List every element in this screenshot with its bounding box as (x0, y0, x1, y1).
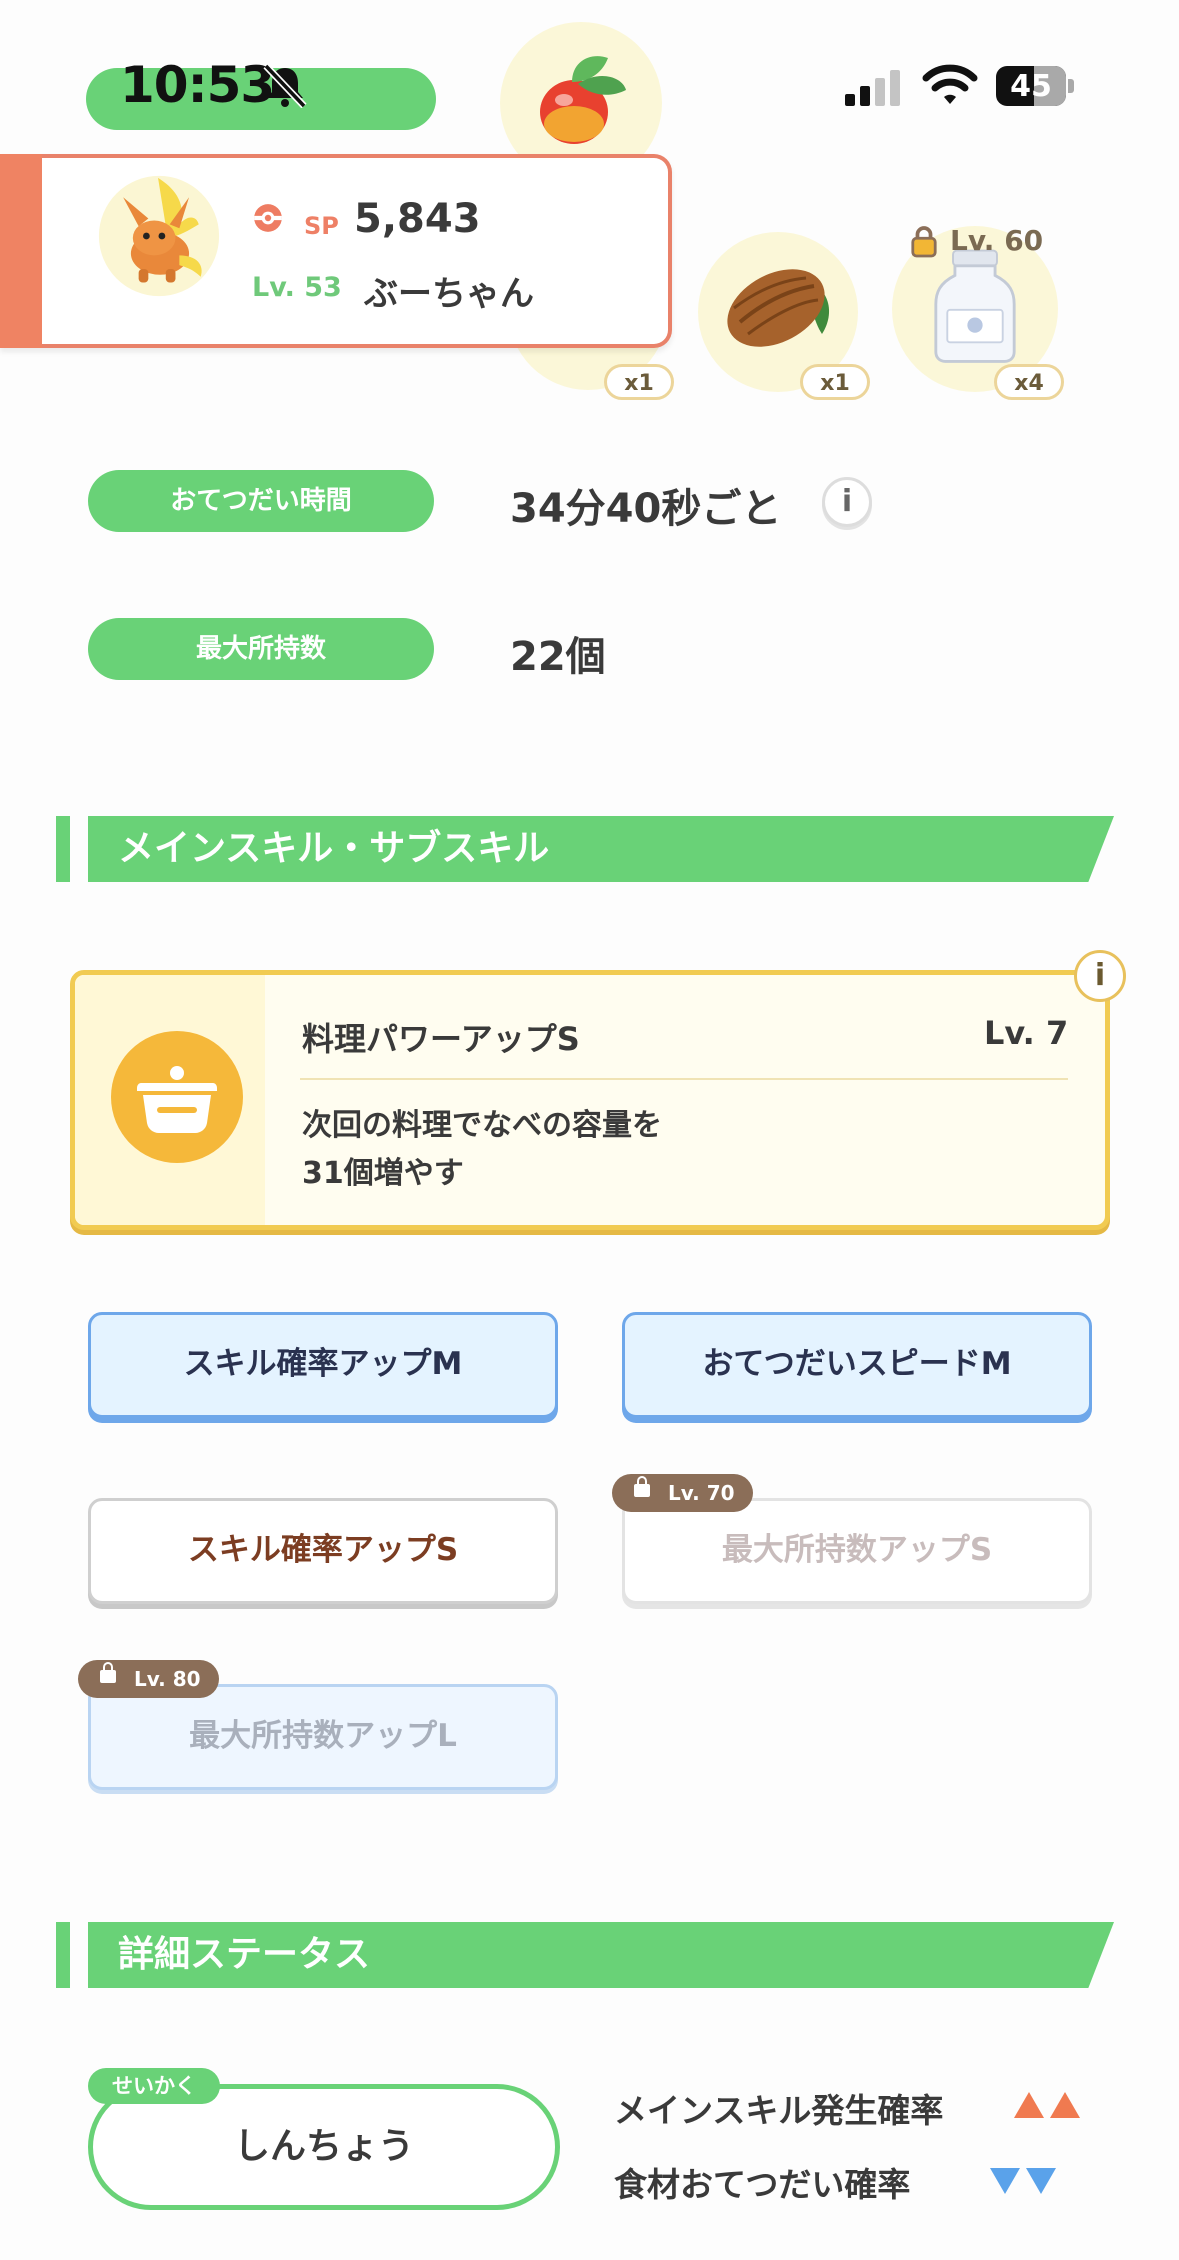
main-skill-description: 次回の料理でなべの容量を 31個増やす (302, 1108, 662, 1191)
silent-bell-icon (263, 64, 307, 108)
sub-skill-4-lock-level: Lv. 70 (668, 1481, 735, 1505)
skills-section-header: メインスキル・サブスキル (88, 816, 1114, 882)
main-skill-level: Lv. 7 (984, 1014, 1069, 1052)
lock-icon (634, 1476, 650, 1497)
apple-ingredient-icon (540, 56, 626, 144)
cooking-pot-icon (111, 1031, 243, 1163)
details-section-header: 詳細ステータス (88, 1922, 1114, 1988)
wifi-icon (922, 64, 978, 104)
help-time-info-icon[interactable]: i (822, 477, 872, 527)
status-time: 10:53 (120, 56, 275, 114)
section-bar (56, 816, 70, 882)
nature-effect-up-label: メインスキル発生確率 (614, 2091, 944, 2130)
card-accent-stripe (0, 154, 42, 348)
pokemon-nickname: ぶーちゃん (364, 274, 534, 314)
details-section-title: 詳細ステータス (118, 1934, 371, 1975)
pokemon-level: Lv. 53 (252, 272, 342, 303)
main-skill-name: 料理パワーアップS (302, 1020, 580, 1058)
milk-unlock-level: Lv. 60 (950, 224, 1044, 257)
main-skill-info-icon[interactable]: i (1074, 950, 1126, 1002)
carry-limit-value: 22個 (510, 634, 606, 680)
sub-skill-5-lock-level: Lv. 80 (134, 1667, 201, 1691)
cacao-ingredient-icon (727, 269, 830, 347)
stat-down-arrow-icon (990, 2168, 1020, 2194)
ingredient-count-cacao: x1 (800, 364, 870, 400)
ingredient-count-milk: x4 (994, 364, 1064, 400)
sub-skill-4-locked[interactable]: 最大所持数アップS (622, 1498, 1092, 1604)
nature-effect-down-label: 食材おてつだい確率 (614, 2165, 911, 2204)
stat-up-arrow-icon (1014, 2092, 1044, 2118)
sub-skill-2[interactable]: おてつだいスピードM (622, 1312, 1092, 1418)
pokemon-portrait (98, 175, 220, 297)
lock-icon (100, 1662, 116, 1683)
stat-down-arrow-icon (1026, 2168, 1056, 2194)
sub-skill-1[interactable]: スキル確率アップM (88, 1312, 558, 1418)
sub-skill-5-lock-tag: Lv. 80 (78, 1660, 219, 1698)
sub-skill-4-lock-tag: Lv. 70 (612, 1474, 753, 1512)
help-time-value: 34分40秒ごと (510, 486, 782, 532)
battery-level: 45 (1010, 69, 1052, 104)
sp-label: SP (304, 212, 339, 240)
lock-icon (911, 226, 937, 258)
skills-section-title: メインスキル・サブスキル (118, 828, 550, 869)
sub-skill-5-locked[interactable]: 最大所持数アップL (88, 1684, 558, 1790)
nature-tag: せいかく (88, 2068, 220, 2104)
cellular-signal-icon (845, 70, 900, 106)
carry-limit-label: 最大所持数 (88, 618, 434, 680)
milk-bottle-icon (934, 249, 1016, 363)
help-time-label: おてつだい時間 (88, 470, 434, 532)
stat-up-arrow-icon (1050, 2092, 1080, 2118)
sub-skill-3[interactable]: スキル確率アップS (88, 1498, 558, 1604)
sp-pokeball-icon (254, 204, 282, 232)
sp-value: 5,843 (354, 196, 481, 242)
skill-divider (300, 1078, 1068, 1080)
battery-indicator: 45 (996, 66, 1074, 106)
ingredient-count-apple: x1 (604, 364, 674, 400)
section-bar (56, 1922, 70, 1988)
